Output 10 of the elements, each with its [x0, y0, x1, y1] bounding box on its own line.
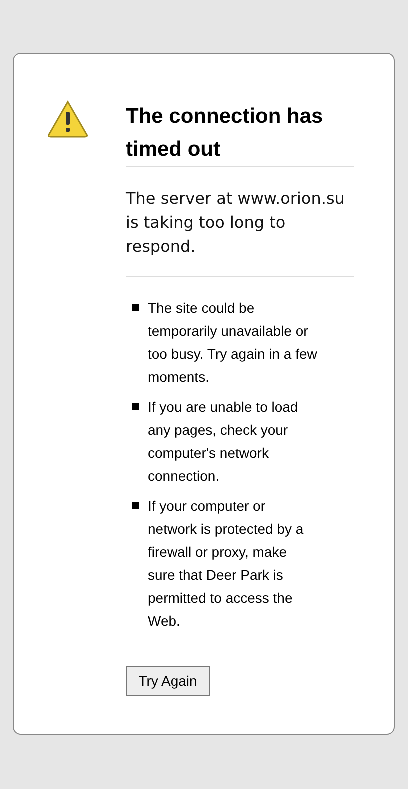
warning-icon	[47, 100, 89, 138]
suggestion-text: If you are unable to load any pages, check your computer's network connection.	[148, 398, 300, 486]
try-again-button[interactable]: Try Again	[126, 666, 210, 696]
bullet-icon	[132, 502, 139, 509]
error-message: The server at www.orion.su is taking too long to respond.	[126, 167, 354, 277]
suggestion-text: If your computer or network is protected by a firewall or proxy, make sure that Deer Park is permitted to access the Web.	[148, 497, 305, 631]
bullet-icon	[132, 304, 139, 311]
bullet-icon	[132, 403, 139, 410]
suggestion-text: The site could be temporarily unavailable or too busy. Try again in a few moments.	[148, 299, 318, 387]
error-title: The connection has timed out	[126, 100, 354, 167]
